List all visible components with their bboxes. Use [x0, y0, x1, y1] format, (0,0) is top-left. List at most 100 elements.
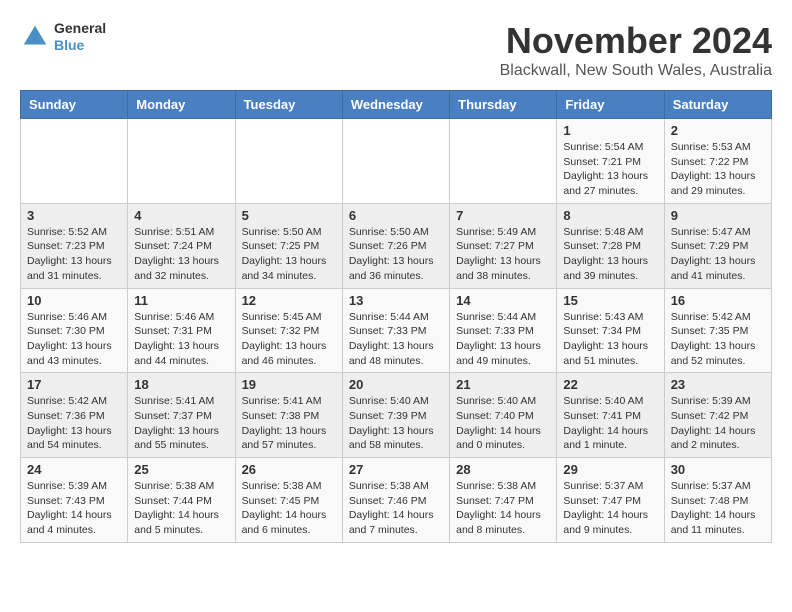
calendar: SundayMondayTuesdayWednesdayThursdayFrid…: [20, 90, 772, 543]
calendar-cell: 2 Sunrise: 5:53 AM Sunset: 7:22 PM Daylig…: [664, 119, 771, 204]
day-number: 15: [563, 293, 657, 308]
day-number: 14: [456, 293, 550, 308]
day-info: Sunrise: 5:47 AM Sunset: 7:29 PM Dayligh…: [671, 225, 765, 284]
calendar-cell: 9 Sunrise: 5:47 AM Sunset: 7:29 PM Daylig…: [664, 203, 771, 288]
calendar-cell: 21 Sunrise: 5:40 AM Sunset: 7:40 PM Dayli…: [450, 373, 557, 458]
day-info: Sunrise: 5:52 AM Sunset: 7:23 PM Dayligh…: [27, 225, 121, 284]
day-info: Sunrise: 5:44 AM Sunset: 7:33 PM Dayligh…: [349, 310, 443, 369]
day-number: 9: [671, 208, 765, 223]
calendar-cell: 30 Sunrise: 5:37 AM Sunset: 7:48 PM Dayli…: [664, 458, 771, 543]
calendar-cell: 22Sunrise: 5:40 AM Sunset: 7:41 PM Dayli…: [557, 373, 664, 458]
day-number: 12: [242, 293, 336, 308]
day-info: Sunrise: 5:44 AM Sunset: 7:33 PM Dayligh…: [456, 310, 550, 369]
calendar-cell: 7Sunrise: 5:49 AM Sunset: 7:27 PM Daylig…: [450, 203, 557, 288]
day-number: 6: [349, 208, 443, 223]
day-info: Sunrise: 5:38 AM Sunset: 7:44 PM Dayligh…: [134, 479, 228, 538]
calendar-week-row: 10 Sunrise: 5:46 AM Sunset: 7:30 PM Dayli…: [21, 288, 772, 373]
calendar-cell: 12 Sunrise: 5:45 AM Sunset: 7:32 PM Dayli…: [235, 288, 342, 373]
calendar-cell: 11 Sunrise: 5:46 AM Sunset: 7:31 PM Dayli…: [128, 288, 235, 373]
calendar-week-row: 1Sunrise: 5:54 AM Sunset: 7:21 PM Daylig…: [21, 119, 772, 204]
day-number: 11: [134, 293, 228, 308]
calendar-cell: 25 Sunrise: 5:38 AM Sunset: 7:44 PM Dayli…: [128, 458, 235, 543]
day-number: 16: [671, 293, 765, 308]
day-number: 24: [27, 462, 121, 477]
day-info: Sunrise: 5:38 AM Sunset: 7:47 PM Dayligh…: [456, 479, 550, 538]
calendar-cell: 16 Sunrise: 5:42 AM Sunset: 7:35 PM Dayli…: [664, 288, 771, 373]
day-number: 29: [563, 462, 657, 477]
calendar-cell: [235, 119, 342, 204]
calendar-week-row: 3 Sunrise: 5:52 AM Sunset: 7:23 PM Daylig…: [21, 203, 772, 288]
month-title: November 2024: [500, 20, 772, 62]
day-info: Sunrise: 5:51 AM Sunset: 7:24 PM Dayligh…: [134, 225, 228, 284]
logo-text: General Blue: [54, 20, 106, 54]
calendar-cell: 26 Sunrise: 5:38 AM Sunset: 7:45 PM Dayli…: [235, 458, 342, 543]
calendar-cell: 20Sunrise: 5:40 AM Sunset: 7:39 PM Dayli…: [342, 373, 449, 458]
day-info: Sunrise: 5:41 AM Sunset: 7:37 PM Dayligh…: [134, 394, 228, 453]
calendar-cell: 5 Sunrise: 5:50 AM Sunset: 7:25 PM Daylig…: [235, 203, 342, 288]
day-number: 5: [242, 208, 336, 223]
day-number: 8: [563, 208, 657, 223]
calendar-cell: [21, 119, 128, 204]
calendar-cell: 19Sunrise: 5:41 AM Sunset: 7:38 PM Dayli…: [235, 373, 342, 458]
day-number: 27: [349, 462, 443, 477]
day-number: 13: [349, 293, 443, 308]
day-header: Monday: [128, 91, 235, 119]
day-info: Sunrise: 5:38 AM Sunset: 7:45 PM Dayligh…: [242, 479, 336, 538]
day-number: 22: [563, 377, 657, 392]
day-info: Sunrise: 5:37 AM Sunset: 7:48 PM Dayligh…: [671, 479, 765, 538]
day-info: Sunrise: 5:40 AM Sunset: 7:39 PM Dayligh…: [349, 394, 443, 453]
day-info: Sunrise: 5:39 AM Sunset: 7:42 PM Dayligh…: [671, 394, 765, 453]
day-number: 19: [242, 377, 336, 392]
calendar-header-row: SundayMondayTuesdayWednesdayThursdayFrid…: [21, 91, 772, 119]
day-header: Friday: [557, 91, 664, 119]
day-info: Sunrise: 5:48 AM Sunset: 7:28 PM Dayligh…: [563, 225, 657, 284]
calendar-cell: 15 Sunrise: 5:43 AM Sunset: 7:34 PM Dayli…: [557, 288, 664, 373]
day-number: 26: [242, 462, 336, 477]
day-info: Sunrise: 5:46 AM Sunset: 7:31 PM Dayligh…: [134, 310, 228, 369]
logo: General Blue: [20, 20, 106, 54]
day-header: Wednesday: [342, 91, 449, 119]
day-info: Sunrise: 5:46 AM Sunset: 7:30 PM Dayligh…: [27, 310, 121, 369]
calendar-week-row: 17Sunrise: 5:42 AM Sunset: 7:36 PM Dayli…: [21, 373, 772, 458]
calendar-cell: 1Sunrise: 5:54 AM Sunset: 7:21 PM Daylig…: [557, 119, 664, 204]
day-number: 2: [671, 123, 765, 138]
day-number: 30: [671, 462, 765, 477]
day-info: Sunrise: 5:54 AM Sunset: 7:21 PM Dayligh…: [563, 140, 657, 199]
calendar-cell: 27 Sunrise: 5:38 AM Sunset: 7:46 PM Dayli…: [342, 458, 449, 543]
calendar-cell: [128, 119, 235, 204]
day-number: 4: [134, 208, 228, 223]
calendar-cell: 14 Sunrise: 5:44 AM Sunset: 7:33 PM Dayli…: [450, 288, 557, 373]
day-info: Sunrise: 5:39 AM Sunset: 7:43 PM Dayligh…: [27, 479, 121, 538]
day-header: Saturday: [664, 91, 771, 119]
day-info: Sunrise: 5:40 AM Sunset: 7:40 PM Dayligh…: [456, 394, 550, 453]
day-number: 10: [27, 293, 121, 308]
calendar-cell: [342, 119, 449, 204]
calendar-week-row: 24 Sunrise: 5:39 AM Sunset: 7:43 PM Dayli…: [21, 458, 772, 543]
calendar-cell: [450, 119, 557, 204]
calendar-cell: 6 Sunrise: 5:50 AM Sunset: 7:26 PM Daylig…: [342, 203, 449, 288]
logo-blue: Blue: [54, 37, 106, 54]
day-number: 21: [456, 377, 550, 392]
day-number: 25: [134, 462, 228, 477]
calendar-cell: 8 Sunrise: 5:48 AM Sunset: 7:28 PM Daylig…: [557, 203, 664, 288]
day-number: 3: [27, 208, 121, 223]
day-info: Sunrise: 5:42 AM Sunset: 7:35 PM Dayligh…: [671, 310, 765, 369]
day-info: Sunrise: 5:45 AM Sunset: 7:32 PM Dayligh…: [242, 310, 336, 369]
day-info: Sunrise: 5:38 AM Sunset: 7:46 PM Dayligh…: [349, 479, 443, 538]
day-number: 28: [456, 462, 550, 477]
logo-general: General: [54, 20, 106, 37]
calendar-cell: 24 Sunrise: 5:39 AM Sunset: 7:43 PM Dayli…: [21, 458, 128, 543]
day-info: Sunrise: 5:43 AM Sunset: 7:34 PM Dayligh…: [563, 310, 657, 369]
calendar-cell: 3 Sunrise: 5:52 AM Sunset: 7:23 PM Daylig…: [21, 203, 128, 288]
day-info: Sunrise: 5:53 AM Sunset: 7:22 PM Dayligh…: [671, 140, 765, 199]
day-info: Sunrise: 5:50 AM Sunset: 7:26 PM Dayligh…: [349, 225, 443, 284]
calendar-cell: 18Sunrise: 5:41 AM Sunset: 7:37 PM Dayli…: [128, 373, 235, 458]
day-info: Sunrise: 5:50 AM Sunset: 7:25 PM Dayligh…: [242, 225, 336, 284]
location: Blackwall, New South Wales, Australia: [500, 62, 772, 80]
calendar-cell: 13 Sunrise: 5:44 AM Sunset: 7:33 PM Dayli…: [342, 288, 449, 373]
day-info: Sunrise: 5:37 AM Sunset: 7:47 PM Dayligh…: [563, 479, 657, 538]
day-header: Sunday: [21, 91, 128, 119]
day-info: Sunrise: 5:42 AM Sunset: 7:36 PM Dayligh…: [27, 394, 121, 453]
calendar-cell: 28 Sunrise: 5:38 AM Sunset: 7:47 PM Dayli…: [450, 458, 557, 543]
calendar-cell: 23Sunrise: 5:39 AM Sunset: 7:42 PM Dayli…: [664, 373, 771, 458]
